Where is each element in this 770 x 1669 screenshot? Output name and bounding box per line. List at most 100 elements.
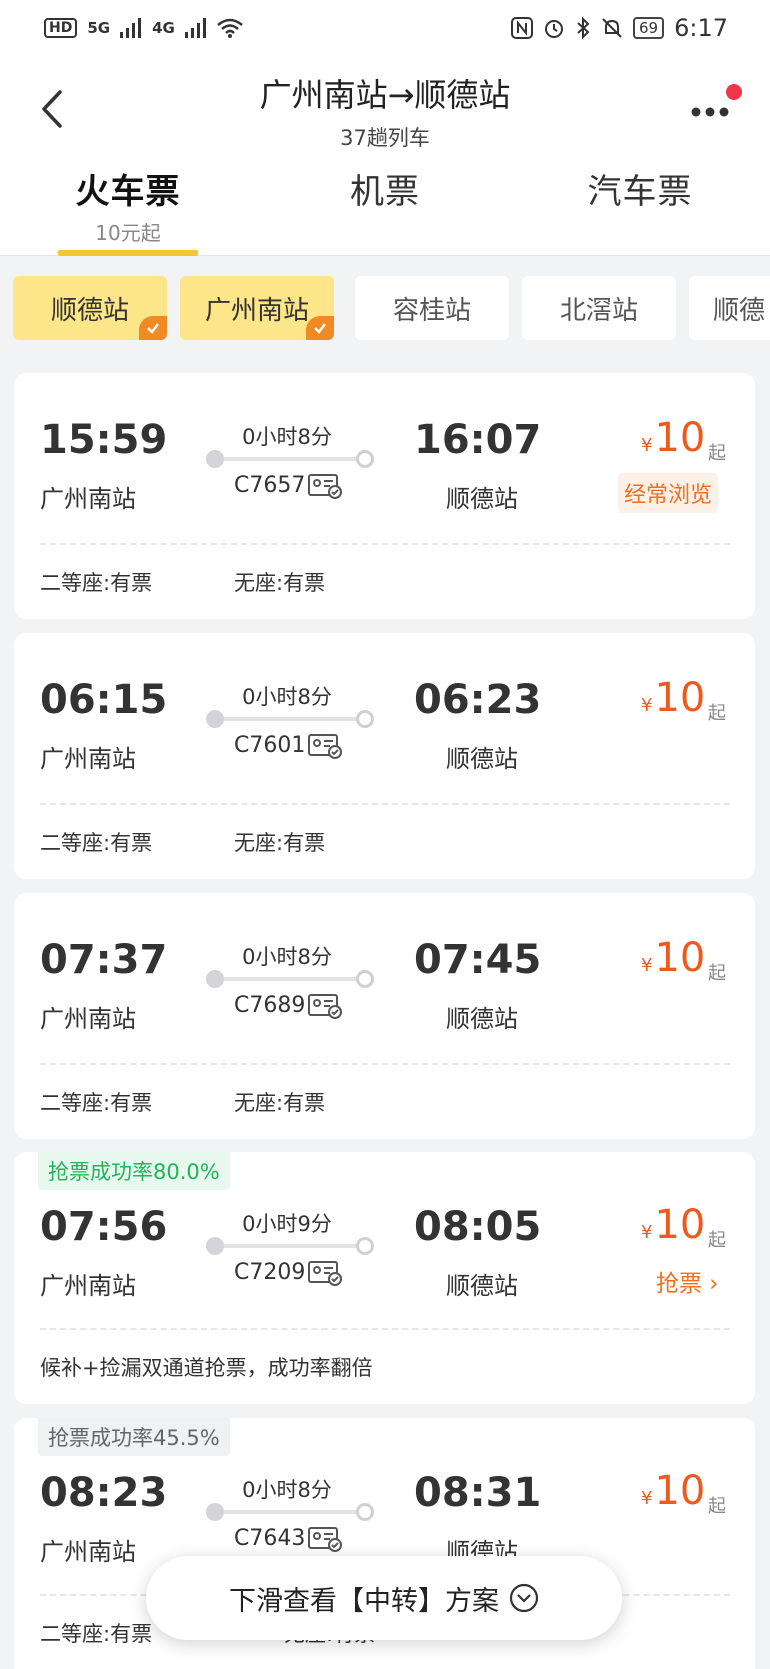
transfer-plans-button[interactable]: 下滑查看【中转】方案 <box>146 1556 622 1640</box>
train-card[interactable]: 06:15 广州南站 0小时8分 C7601 06:23 顺德站 ¥10 起 二… <box>14 633 755 879</box>
tab-flight[interactable]: 机票 <box>320 164 450 213</box>
price: ¥10 <box>641 415 705 461</box>
train-number: C7689 <box>234 993 306 1018</box>
train-count: 37趟列车 <box>340 126 430 150</box>
station-chip-guangzhounan[interactable]: 广州南站 <box>180 276 334 340</box>
wifi-icon <box>217 18 243 38</box>
seat-availability: 二等座:有票 <box>40 571 153 595</box>
currency-symbol: ¥ <box>641 1488 653 1509</box>
price-value: 10 <box>654 1468 706 1514</box>
grab-ticket-note: 候补+捡漏双通道抢票，成功率翻倍 <box>40 1356 373 1380</box>
chip-label: 广州南站 <box>204 295 309 326</box>
signal-icon-2 <box>184 18 206 38</box>
price-suffix: 起 <box>708 1496 726 1517</box>
card-divider <box>40 543 730 545</box>
status-left: HD 5G 4G <box>44 18 243 38</box>
tab-bus[interactable]: 汽车票 <box>570 164 710 213</box>
tab-label: 汽车票 <box>587 172 693 212</box>
tab-sublabel: 10元起 <box>95 221 161 245</box>
price-value: 10 <box>654 415 706 461</box>
depart-station: 广州南站 <box>40 485 136 513</box>
arrive-station: 顺德站 <box>446 1272 518 1300</box>
price-suffix: 起 <box>708 963 726 984</box>
status-right: 69 6:17 <box>511 14 728 42</box>
price-value: 10 <box>654 1202 706 1248</box>
seat-availability: 无座:有票 <box>234 1091 326 1115</box>
id-card-icon <box>308 1527 342 1552</box>
price: ¥10 <box>641 935 705 981</box>
price-suffix: 起 <box>708 1230 726 1251</box>
bluetooth-icon <box>577 17 590 39</box>
train-card[interactable]: 15:59 广州南站 0小时8分 C7657 16:07 顺德站 ¥10 起 经… <box>14 373 755 619</box>
train-card[interactable]: 抢票成功率80.0% 07:56 广州南站 0小时9分 C7209 08:05 … <box>14 1152 755 1404</box>
tab-label: 机票 <box>350 172 420 212</box>
station-chip-beijiao[interactable]: 北滘站 <box>522 276 676 340</box>
duration: 0小时8分 <box>242 685 332 709</box>
duration: 0小时8分 <box>242 1478 332 1502</box>
route-line <box>206 970 374 988</box>
check-icon <box>139 316 167 340</box>
id-card-icon <box>308 994 342 1019</box>
chip-label: 顺德 <box>713 295 766 326</box>
currency-symbol: ¥ <box>641 955 653 976</box>
train-number: C7657 <box>234 473 306 498</box>
seat-availability: 二等座:有票 <box>40 1091 153 1115</box>
train-number: C7601 <box>234 733 306 758</box>
price: ¥10 <box>641 1468 705 1514</box>
route-line <box>206 1237 374 1255</box>
depart-time: 07:56 <box>40 1204 168 1250</box>
train-card[interactable]: 07:37 广州南站 0小时8分 C7689 07:45 顺德站 ¥10 起 二… <box>14 893 755 1139</box>
currency-symbol: ¥ <box>641 695 653 716</box>
nfc-icon <box>511 17 533 39</box>
seat-availability: 二等座:有票 <box>40 831 153 855</box>
active-tab-indicator <box>58 250 198 256</box>
arrive-time: 16:07 <box>414 417 542 463</box>
depart-time: 06:15 <box>40 677 168 723</box>
mute-bell-icon <box>602 18 622 38</box>
header: 广州南站→顺德站 37趟列车 火车票 10元起 机票 汽车票 <box>0 56 770 256</box>
price-suffix: 起 <box>708 443 726 464</box>
depart-time: 15:59 <box>40 417 168 463</box>
id-card-icon <box>308 474 342 499</box>
price-suffix: 起 <box>708 703 726 724</box>
transport-tabs: 火车票 10元起 机票 汽车票 <box>0 164 770 256</box>
status-bar: HD 5G 4G 69 6:17 <box>0 0 770 56</box>
route-line <box>206 710 374 728</box>
duration: 0小时9分 <box>242 1212 332 1236</box>
tab-train[interactable]: 火车票 10元起 <box>58 164 198 246</box>
network-5g-label: 5G <box>87 19 111 37</box>
depart-station: 广州南站 <box>40 1538 136 1566</box>
currency-symbol: ¥ <box>641 1222 653 1243</box>
notification-dot <box>726 84 742 100</box>
route-line <box>206 450 374 468</box>
station-chip-shunde[interactable]: 顺德站 <box>13 276 167 340</box>
chip-label: 顺德站 <box>50 295 129 326</box>
card-divider <box>40 1328 730 1330</box>
duration: 0小时8分 <box>242 425 332 449</box>
depart-station: 广州南站 <box>40 1272 136 1300</box>
arrive-time: 07:45 <box>414 937 542 983</box>
more-dots-icon <box>691 107 729 117</box>
depart-station: 广州南站 <box>40 745 136 773</box>
arrive-time: 06:23 <box>414 677 542 723</box>
depart-time: 08:23 <box>40 1470 168 1516</box>
station-filter: 顺德站 广州南站 容桂站 北滘站 顺德 <box>0 276 770 340</box>
depart-time: 07:37 <box>40 937 168 983</box>
success-rate-badge: 抢票成功率80.0% <box>38 1152 230 1190</box>
price: ¥10 <box>641 1202 705 1248</box>
train-number: C7643 <box>234 1526 306 1551</box>
train-number: C7209 <box>234 1260 306 1285</box>
card-divider <box>40 803 730 805</box>
duration: 0小时8分 <box>242 945 332 969</box>
price-value: 10 <box>654 675 706 721</box>
success-rate-badge: 抢票成功率45.5% <box>38 1418 230 1456</box>
arrive-station: 顺德站 <box>446 485 518 513</box>
grab-ticket-link[interactable]: 抢票 › <box>656 1264 719 1298</box>
station-chip-ronggui[interactable]: 容桂站 <box>355 276 509 340</box>
route-line <box>206 1503 374 1521</box>
seat-availability: 无座:有票 <box>234 831 326 855</box>
battery-level: 69 <box>633 17 665 39</box>
station-chip-shunde-2[interactable]: 顺德 <box>689 276 770 340</box>
more-menu-button[interactable] <box>690 96 740 126</box>
alarm-icon <box>545 20 563 38</box>
